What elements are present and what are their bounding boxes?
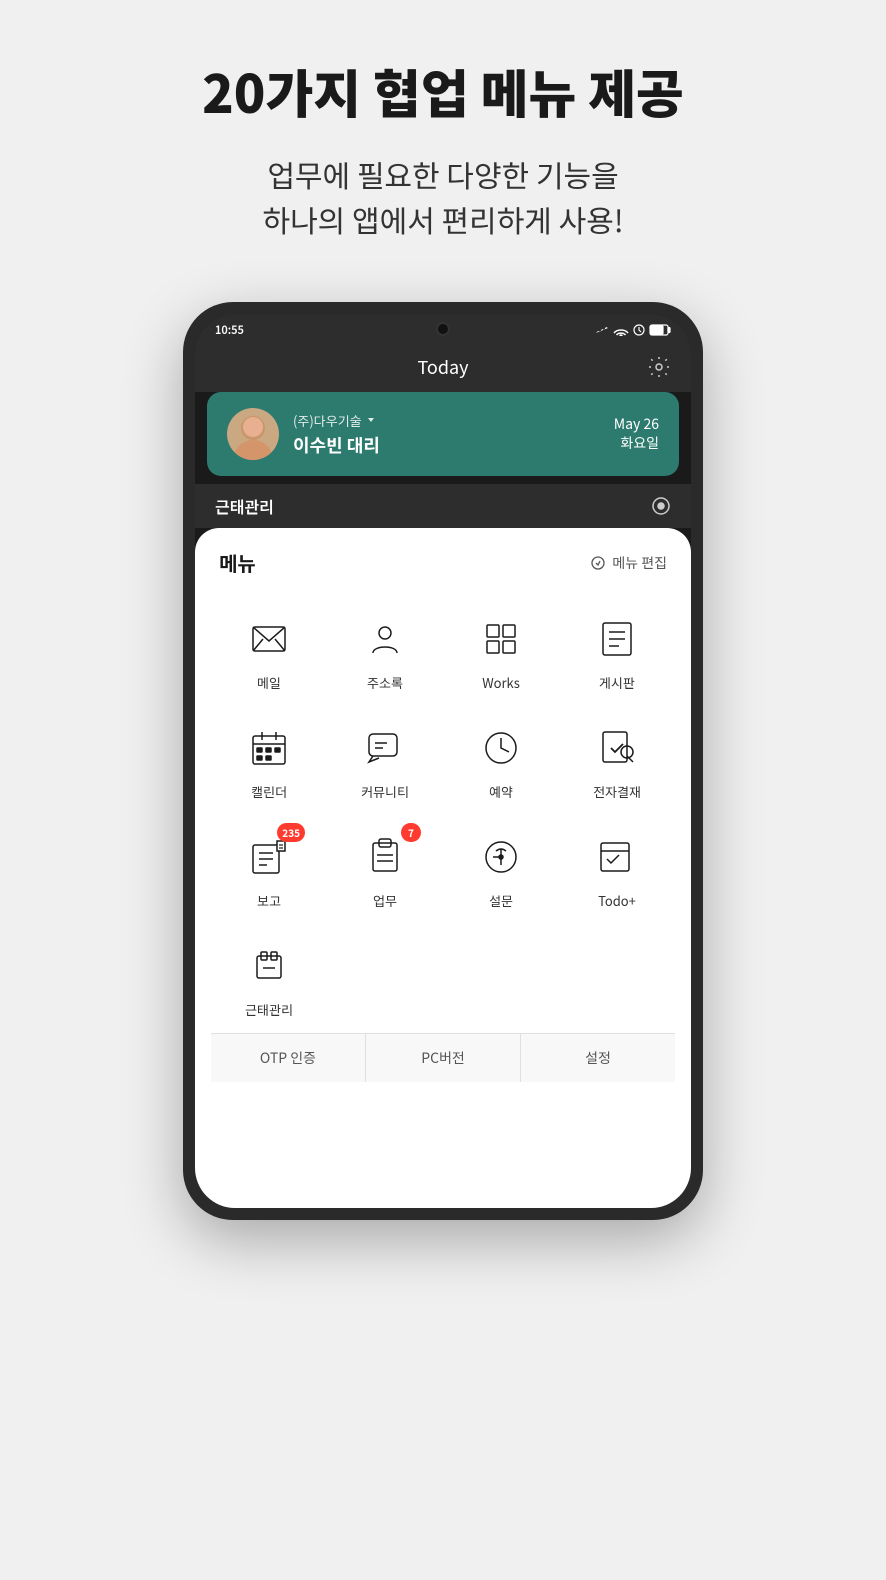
menu-item-contacts[interactable]: 주소록 (327, 597, 443, 706)
settings-icon[interactable] (647, 355, 671, 379)
menu-edit-button[interactable]: 메뉴 편집 (590, 553, 667, 573)
company-name: (주)다우기술 (293, 411, 380, 430)
attendance-bar[interactable]: 근태관리 (195, 484, 691, 528)
menu-label-survey: 설문 (489, 891, 513, 910)
user-name: 이수빈 대리 (293, 432, 380, 458)
menu-item-attendance[interactable]: 근태관리 (211, 924, 327, 1033)
menu-label-report: 보고 (257, 891, 281, 910)
bottom-tab-bar: OTP 인증 PC버전 설정 (211, 1033, 675, 1082)
menu-item-works[interactable]: Works (443, 597, 559, 706)
menu-item-mail[interactable]: 메일 (211, 597, 327, 706)
profile-card: (주)다우기술 이수빈 대리 May 26 화요일 (207, 392, 679, 476)
status-icons (595, 323, 671, 337)
menu-item-community[interactable]: 커뮤니티 (327, 706, 443, 815)
app-header-title: Today (418, 354, 469, 380)
menu-item-report[interactable]: 235 보고 (211, 815, 327, 924)
report-badge: 235 (277, 823, 305, 842)
menu-label-works: Works (482, 673, 520, 692)
profile-date: May 26 화요일 (614, 415, 659, 454)
tab-otp[interactable]: OTP 인증 (211, 1034, 366, 1082)
menu-label-community: 커뮤니티 (361, 782, 409, 801)
task-badge: 7 (401, 823, 421, 842)
menu-item-board[interactable]: 게시판 (559, 597, 675, 706)
status-time: 10:55 (215, 322, 244, 338)
menu-label-contacts: 주소록 (367, 673, 403, 692)
camera-notch (436, 322, 450, 336)
menu-item-task[interactable]: 7 업무 (327, 815, 443, 924)
menu-item-calendar[interactable]: 캘린더 (211, 706, 327, 815)
menu-label-task: 업무 (373, 891, 397, 910)
menu-item-reservation[interactable]: 예약 (443, 706, 559, 815)
menu-label-calendar: 캘린더 (251, 782, 287, 801)
phone-mockup: 10:55 Today (183, 302, 703, 1220)
page-title: 20가지 협업 메뉴 제공 (202, 60, 684, 122)
menu-label-todo: Todo+ (598, 891, 636, 910)
user-avatar (227, 408, 279, 460)
tab-pc[interactable]: PC버전 (366, 1034, 521, 1082)
menu-header: 메뉴 메뉴 편집 (211, 548, 675, 577)
menu-panel: 메뉴 메뉴 편집 (195, 528, 691, 1208)
menu-label-attendance: 근태관리 (245, 1000, 293, 1019)
tab-settings[interactable]: 설정 (521, 1034, 675, 1082)
menu-label-board: 게시판 (599, 673, 635, 692)
menu-label-approval: 전자결재 (593, 782, 641, 801)
menu-item-survey[interactable]: 설문 (443, 815, 559, 924)
menu-title: 메뉴 (219, 548, 256, 577)
menu-item-approval[interactable]: 전자결재 (559, 706, 675, 815)
menu-label-mail: 메일 (257, 673, 281, 692)
menu-grid: 메일 주소록 (211, 597, 675, 1033)
app-header: Today (195, 342, 691, 392)
page-subtitle: 업무에 필요한 다양한 기능을 하나의 앱에서 편리하게 사용! (262, 152, 623, 242)
menu-label-reservation: 예약 (489, 782, 513, 801)
menu-item-todo[interactable]: Todo+ (559, 815, 675, 924)
